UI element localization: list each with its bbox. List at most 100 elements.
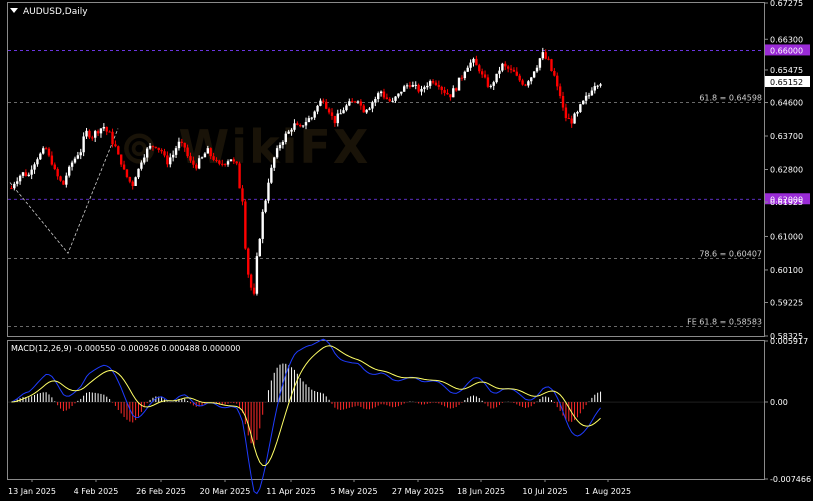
candle: [261, 209, 264, 244]
candle-body: [169, 157, 172, 165]
candle: [553, 68, 556, 77]
candle: [489, 84, 493, 89]
candle: [226, 159, 230, 167]
candle: [512, 67, 516, 72]
candle: [538, 57, 542, 71]
candle-body: [466, 67, 469, 72]
candle: [385, 93, 389, 100]
candle-body: [553, 71, 556, 76]
candle-body: [42, 148, 45, 154]
candle-body: [284, 133, 287, 142]
candle-body: [515, 71, 519, 76]
candle-body: [547, 58, 550, 60]
candle-body: [307, 118, 311, 123]
candle-body: [148, 145, 152, 149]
candle: [463, 70, 467, 81]
candle-body: [535, 67, 539, 72]
y-tick-label: 0.66300: [770, 35, 803, 44]
candle-body: [108, 131, 111, 133]
candle: [530, 76, 533, 85]
candle: [333, 115, 337, 127]
candle: [573, 112, 576, 124]
candle-body: [333, 115, 337, 124]
candle-body: [157, 147, 160, 150]
macd-tick-label: 0.005917: [770, 337, 808, 346]
candle: [397, 93, 400, 99]
candle: [336, 109, 339, 127]
candle: [394, 96, 397, 103]
candle-body: [128, 176, 132, 182]
candle: [241, 185, 244, 206]
trading-chart[interactable]: AUDUSD,Daily MACD(12,26,9) -0.000550 -0.…: [0, 0, 813, 501]
candle-body: [579, 104, 582, 112]
candle-body: [590, 90, 594, 96]
candle: [391, 97, 394, 103]
candle-body: [587, 95, 591, 97]
x-tick-label: 13 Jan 2025: [8, 487, 56, 496]
candle-body: [518, 75, 521, 81]
candle-body: [359, 101, 363, 106]
candle: [567, 113, 570, 120]
candle: [273, 156, 276, 171]
candle-body: [573, 113, 576, 124]
level-label: 78.6 = 0.60407: [699, 250, 762, 259]
candle-body: [486, 77, 490, 87]
candle: [353, 100, 357, 104]
candle: [212, 152, 215, 162]
zigzag-layer: [9, 128, 119, 254]
candle-body: [143, 157, 146, 163]
candle: [16, 177, 19, 187]
candle-body: [18, 175, 22, 182]
candle: [169, 153, 172, 168]
candle-body: [379, 91, 383, 94]
candle-body: [402, 86, 406, 92]
candle-body: [319, 100, 322, 106]
candle: [73, 156, 77, 164]
candle-body: [564, 107, 568, 119]
candle-body: [16, 181, 19, 184]
candle: [99, 128, 103, 138]
candle: [56, 167, 59, 180]
candle-body: [117, 146, 120, 155]
candle-body: [449, 94, 452, 98]
candle-body: [492, 82, 495, 86]
candle: [65, 172, 68, 188]
dropdown-triangle-icon[interactable]: [10, 8, 18, 13]
candle-body: [238, 163, 241, 189]
x-tick-label: 4 Feb 2025: [74, 487, 119, 496]
fibo-zigzag-line: [9, 128, 119, 254]
candle-body: [506, 66, 510, 69]
candle-body: [290, 129, 293, 132]
candle-body: [457, 77, 461, 91]
candle-body: [365, 109, 368, 113]
candle: [108, 130, 111, 133]
candle: [114, 140, 117, 148]
candle: [518, 73, 521, 83]
candle-body: [313, 111, 316, 118]
candle-body: [428, 81, 432, 86]
candle-body: [59, 176, 62, 181]
candle-body: [76, 155, 80, 159]
candle-body: [73, 158, 77, 163]
candle-body: [524, 84, 527, 86]
candle-body: [345, 105, 348, 111]
candle-body: [183, 142, 186, 148]
candle: [278, 142, 282, 151]
candle: [532, 71, 536, 79]
candle-body: [174, 148, 178, 155]
candle-body: [134, 177, 137, 186]
candle-body: [408, 85, 412, 87]
candle: [509, 64, 513, 74]
x-tick-label: 10 Jul 2025: [522, 487, 567, 496]
candle-body: [596, 85, 599, 87]
candle-body: [197, 158, 201, 169]
candle-body: [480, 71, 484, 75]
candle: [501, 62, 504, 73]
candle-body: [125, 169, 129, 177]
candle-body: [512, 69, 516, 72]
candle: [570, 115, 573, 128]
candle: [258, 237, 261, 257]
candle: [102, 123, 106, 132]
candle-body: [293, 123, 296, 130]
candle-body: [273, 157, 276, 168]
